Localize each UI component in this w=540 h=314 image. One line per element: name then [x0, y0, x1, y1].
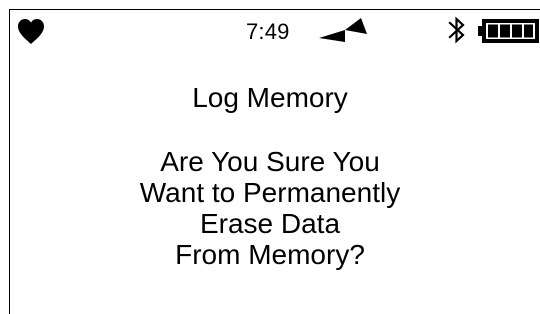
battery-icon: [478, 19, 539, 43]
confirmation-message: Are You Sure You Want to Permanently Era…: [0, 146, 540, 270]
signal-icon: [319, 18, 367, 42]
device-screen: 7:49 Log Memory Are You Sure You Want to…: [0, 0, 540, 314]
status-bar: 7:49: [0, 0, 540, 56]
heart-icon: [18, 19, 44, 44]
message-line: Want to Permanently: [139, 177, 401, 208]
message-line: Are You Sure You: [160, 146, 380, 177]
dialog-title: Log Memory: [192, 82, 348, 113]
message-line: Erase Data: [199, 208, 341, 239]
bluetooth-icon: [448, 16, 465, 44]
clock-time: 7:49: [246, 19, 290, 44]
message-line: From Memory?: [175, 239, 365, 270]
